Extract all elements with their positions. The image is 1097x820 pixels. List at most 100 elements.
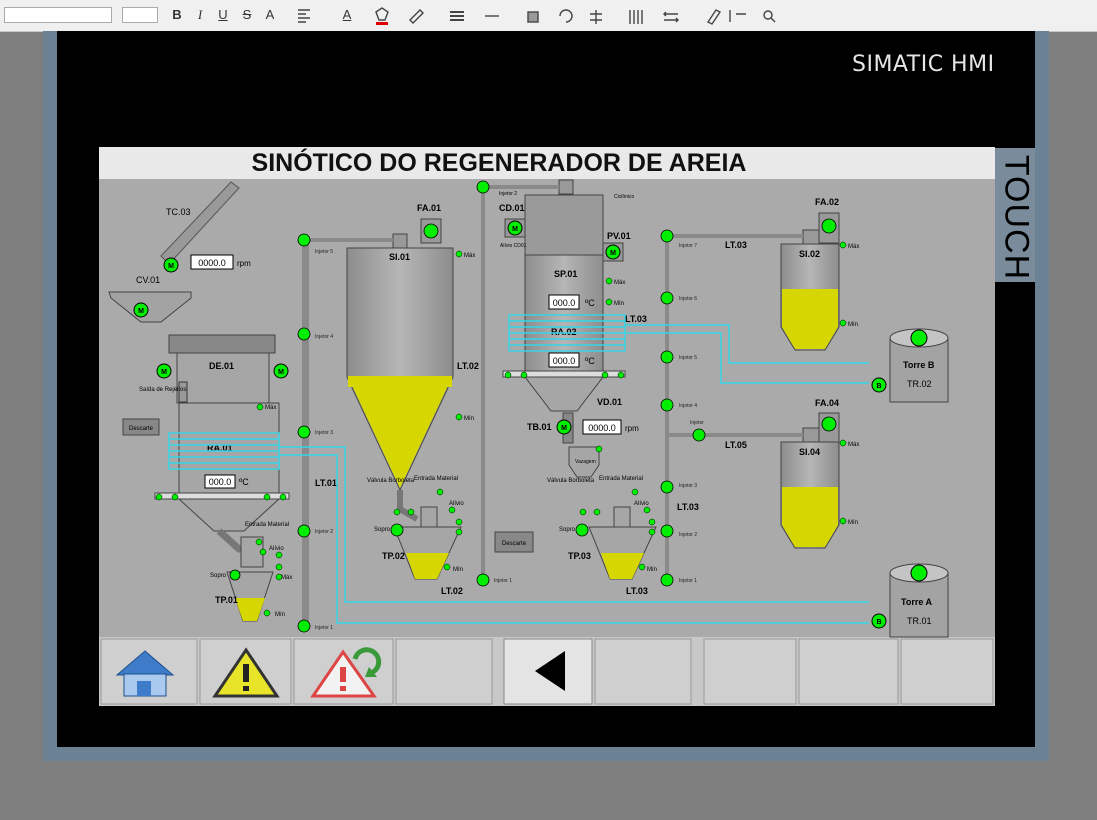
rotate-icon [559, 9, 573, 23]
tp01-label: TP.01 [215, 595, 238, 605]
silo-si01: FA.01 SI.01 LT.02 Máx Mín [346, 203, 479, 492]
align-icon [298, 9, 310, 23]
alivio3-label: Alívio [634, 501, 649, 507]
tb01-rpm-unit: rpm [625, 424, 639, 433]
empty-button-4[interactable] [798, 638, 899, 705]
vazagem-label: Vazagem [575, 459, 596, 465]
zoom-handle [770, 17, 776, 23]
empty-button-2[interactable] [594, 638, 692, 705]
injector5-lt03-indicator [660, 350, 674, 364]
lt03-b-label: LT.03 [725, 240, 747, 250]
de01-label: DE.01 [209, 361, 234, 371]
fa02-label: FA.02 [815, 197, 839, 207]
si01-max-label: Máx [464, 253, 475, 259]
tp03-sopro-indicator [575, 523, 589, 537]
injector-label-lt05: Injetor [690, 420, 704, 426]
conveyor-tc03: TC.03 0000.0 rpm [160, 181, 251, 270]
torre-b-label: Torre B [903, 360, 935, 370]
empty-button-5[interactable] [900, 638, 994, 705]
ra02-label: RA.02 [551, 327, 577, 337]
injector7-label-lt03: Injetor 7 [679, 243, 697, 249]
font-size-increase-button[interactable]: A [263, 6, 277, 24]
ra02-temp-bot-unit: ºC [585, 356, 595, 366]
tb01-rpm-value: 0000.0 [588, 423, 616, 433]
entrada3-label: Entrada Material [599, 476, 643, 482]
cv01-motor-letter: M [138, 308, 144, 315]
injector4-label-lt01: Injetor 4 [315, 334, 333, 340]
vessel-tp02: TP.02 LT.02 Válvula Borboleta Entrada Ma… [367, 476, 464, 596]
injector5-label-lt03: Injetor 5 [679, 355, 697, 361]
italic-button[interactable]: I [193, 6, 207, 24]
injector2-label-lt01: Injetor 2 [315, 529, 333, 535]
de01-motor-left-letter: M [161, 369, 167, 376]
si01-level-bar [348, 377, 452, 387]
si01-label: SI.01 [389, 252, 410, 262]
tb01-motor-letter: M [561, 425, 567, 432]
cd01-motor-letter: M [512, 226, 518, 233]
line-weight-icon [450, 11, 464, 21]
injector2-lt01-indicator [297, 524, 311, 538]
font-size-field[interactable] [122, 7, 158, 23]
tr01-label: TR.01 [907, 616, 932, 626]
format-painter-icon [706, 9, 722, 25]
alivio1-label: Alívio [269, 546, 284, 552]
injector5-lt01-indicator [297, 233, 311, 247]
align-objects-icon [590, 10, 602, 24]
entrada1-label: Entrada Material [245, 522, 289, 528]
si02-min-label: Mín [848, 322, 858, 328]
synoptic-diagram: SINÓTICO DO REGENERADOR DE AREIA TC.03 0… [99, 147, 995, 706]
ra01-temp-value: 000.0 [209, 477, 232, 487]
spacing-icon [663, 11, 679, 23]
injector6-lt03-indicator [660, 291, 674, 305]
injector4-lt01-indicator [297, 327, 311, 341]
formatting-toolbar: B I U S A A [0, 0, 1097, 32]
pv01-label: PV.01 [607, 231, 631, 241]
distribute-icon [629, 10, 643, 24]
tower-b: Torre B TR.02 [889, 328, 949, 403]
sp01-min-label: Mín [614, 301, 624, 307]
tp03-label: TP.03 [568, 551, 591, 561]
descarte-label-2: Descarte [502, 541, 527, 547]
cv01-label: CV.01 [136, 275, 160, 285]
bold-button[interactable]: B [170, 6, 184, 24]
injector1-lt01-indicator [297, 619, 311, 633]
nav-buttons [100, 638, 994, 705]
injector2-lt03-indicator [660, 524, 674, 538]
empty-button-1[interactable] [395, 638, 493, 705]
si02-max-label: Máx [848, 244, 859, 250]
hmi-screen: SINÓTICO DO REGENERADOR DE AREIA TC.03 0… [99, 147, 995, 706]
vessel-tp01: TP.01 Entrada Material Alívio Sopro Mín … [210, 522, 292, 622]
sp01-max-label: Máx [614, 280, 625, 286]
tp02-label: TP.02 [382, 551, 405, 561]
line-color-icon [409, 9, 424, 24]
font-name-field[interactable] [4, 7, 112, 23]
de01-max-label: Máx [265, 405, 276, 411]
tp02-sopro-label: Sopro [374, 527, 391, 533]
injector4-label-lt03: Injetor 4 [679, 403, 697, 409]
fa01-label: FA.01 [417, 203, 441, 213]
hopper-cv01: CV.01 [108, 275, 192, 323]
injetor2-top-label: Injetor 2 [499, 191, 517, 197]
injector2-label-lt03: Injetor 2 [679, 532, 697, 538]
fa04-indicator [821, 416, 837, 432]
tp01-sopro-indicator [229, 569, 241, 581]
lt03-a-label: LT.03 [625, 314, 647, 324]
de01-motor-right-letter: M [278, 369, 284, 376]
vessel-tp03: TP.03 LT.03 Válvula Borboleta Entrada Ma… [547, 476, 657, 596]
tr02-blower-letter: B [876, 383, 881, 390]
empty-button-3[interactable] [703, 638, 797, 705]
underline-button[interactable]: U [216, 6, 230, 24]
si04-max-label: Máx [848, 442, 859, 448]
reject-output-label: Saída de Rejeitos [139, 387, 186, 393]
tr02-label: TR.02 [907, 379, 932, 389]
lt03-c-label: LT.03 [626, 586, 648, 596]
strikethrough-button[interactable]: S [240, 6, 254, 24]
fa01-indicator [423, 223, 439, 239]
lt02-label: LT.02 [441, 586, 463, 596]
sp01-label: SP.01 [554, 269, 577, 279]
injector1-label-lt03: Injetor 1 [679, 578, 697, 584]
tc03-rpm-unit: rpm [237, 259, 251, 268]
tower-a: Torre A TR.01 [889, 563, 949, 638]
lt01-label: LT.01 [315, 478, 337, 488]
fa04-label: FA.04 [815, 398, 839, 408]
